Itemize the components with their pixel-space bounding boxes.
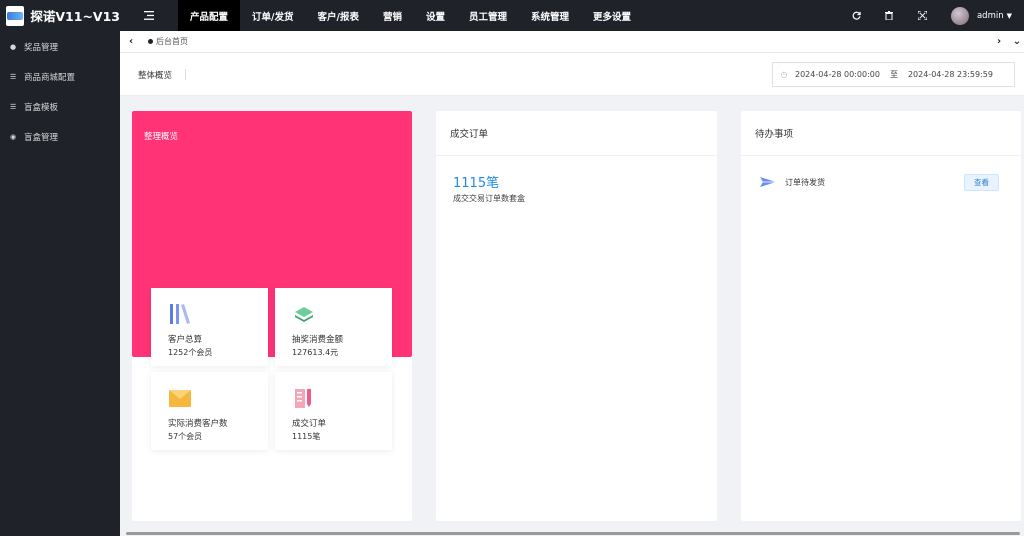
date-range-picker[interactable]: ◷ 2024-04-28 00:00:00 至 2024-04-28 23:59…	[772, 62, 1015, 87]
nav-item-marketing[interactable]: 营销	[371, 0, 414, 31]
list-icon: ☰	[10, 73, 17, 81]
apple-icon: ●	[10, 43, 17, 51]
date-start[interactable]: 2024-04-28 00:00:00	[795, 70, 880, 79]
tab-home[interactable]: 后台首页	[148, 36, 188, 47]
app-title: 探诺V11~V13	[30, 9, 120, 24]
trash-icon[interactable]	[873, 11, 906, 20]
user-name[interactable]: admin	[977, 11, 1004, 21]
paper-plane-icon	[760, 177, 776, 187]
page-title: 整体概览	[138, 71, 173, 81]
sidebar-item-box-manage[interactable]: ◉ 盲盒管理	[0, 122, 120, 152]
chevron-right-icon[interactable]: ›	[988, 36, 1010, 47]
todo-card: 待办事项 订单待发货 查看	[741, 111, 1021, 521]
sidebar-item-mall-config[interactable]: ☰ 商品商城配置	[0, 62, 120, 92]
stat-value: 1115笔	[292, 432, 321, 441]
top-header: 探诺V11~V13 产品配置 订单/发货 客户/报表 营销 设置 员工管理 系统…	[0, 0, 1024, 31]
nav-item-product-config[interactable]: 产品配置	[178, 0, 241, 31]
stat-value: 57个会员	[168, 432, 203, 441]
overview-title: 整理概览	[144, 132, 179, 142]
stat-label: 客户总算	[168, 335, 203, 345]
stat-label: 实际消费客户数	[168, 419, 228, 429]
avatar[interactable]	[950, 6, 969, 25]
sidebar-item-label: 奖品管理	[24, 43, 59, 53]
sub-header: 整体概览 ◷ 2024-04-28 00:00:00 至 2024-04-28 …	[120, 53, 1024, 96]
orders-card-title: 成交订单	[436, 111, 717, 156]
books-icon	[170, 304, 190, 324]
stat-label: 成交订单	[292, 419, 327, 429]
caret-down-icon[interactable]: ▼	[1007, 12, 1012, 20]
stat-value: 127613.4元	[292, 348, 339, 357]
tab-label: 后台首页	[156, 37, 188, 46]
header-tools: admin ▼	[840, 0, 1024, 31]
sidebar-item-box-template[interactable]: ☰ 盲盒模板	[0, 92, 120, 122]
sidebar-item-label: 商品商城配置	[24, 73, 76, 83]
todo-label: 订单待发货	[785, 177, 825, 187]
logo	[6, 5, 25, 26]
horizontal-scrollbar[interactable]	[126, 532, 1020, 535]
view-button[interactable]: 查看	[964, 173, 999, 191]
brand[interactable]: 探诺V11~V13	[0, 0, 120, 31]
menu-toggle-icon[interactable]	[120, 0, 178, 31]
stat-total-customers: 客户总算 1252个会员	[151, 288, 268, 366]
sidebar-item-label: 盲盒模板	[24, 103, 59, 113]
tab-controls: › ⌄	[988, 36, 1024, 47]
divider	[185, 69, 186, 80]
stat-paying-customers: 实际消费客户数 57个会员	[151, 372, 268, 450]
stat-label: 抽奖消费金额	[292, 335, 344, 345]
list-icon: ☰	[10, 103, 17, 111]
refresh-icon[interactable]	[840, 11, 873, 20]
tab-dot	[148, 39, 153, 44]
nav-item-orders[interactable]: 订单/发货	[240, 0, 305, 31]
todo-card-title: 待办事项	[741, 111, 1021, 156]
sidebar: ● 奖品管理 ☰ 商品商城配置 ☰ 盲盒模板 ◉ 盲盒管理	[0, 31, 120, 536]
layers-icon	[295, 307, 313, 322]
chevron-down-icon[interactable]: ⌄	[1010, 36, 1024, 47]
nav-item-settings[interactable]: 设置	[414, 0, 457, 31]
clock-icon: ◷	[780, 70, 788, 79]
envelope-icon	[169, 390, 191, 407]
order-count: 1115笔	[453, 176, 500, 191]
order-description: 成交交易订单数套盒	[453, 194, 525, 203]
sidebar-item-prizes[interactable]: ● 奖品管理	[0, 32, 120, 62]
nav-item-system[interactable]: 系统管理	[519, 0, 581, 31]
notebook-icon	[295, 389, 311, 408]
stat-value: 1252个会员	[168, 348, 213, 357]
nav-item-customers[interactable]: 客户/报表	[306, 0, 371, 31]
overview-card: 整理概览 客户总算 1252个会员 抽奖消费金额 127613.4元 实际消费客…	[132, 111, 412, 521]
todo-item: 订单待发货 查看	[759, 173, 999, 191]
sidebar-item-label: 盲盒管理	[24, 133, 59, 143]
tab-bar: ‹ 后台首页 › ⌄	[120, 31, 1024, 53]
stat-deal-orders: 成交订单 1115笔	[275, 372, 392, 450]
circle-icon: ◉	[10, 133, 17, 141]
top-nav: 产品配置 订单/发货 客户/报表 营销 设置 员工管理 系统管理 更多设置	[178, 0, 643, 31]
date-separator: 至	[889, 70, 898, 79]
nav-item-staff[interactable]: 员工管理	[457, 0, 519, 31]
chevron-left-icon[interactable]: ‹	[120, 36, 142, 47]
nav-item-more-settings[interactable]: 更多设置	[581, 0, 643, 31]
stat-lottery-amount: 抽奖消费金额 127613.4元	[275, 288, 392, 366]
orders-card: 成交订单 1115笔 成交交易订单数套盒	[436, 111, 717, 521]
fullscreen-icon[interactable]	[906, 11, 939, 20]
date-end[interactable]: 2024-04-28 23:59:59	[908, 70, 993, 79]
